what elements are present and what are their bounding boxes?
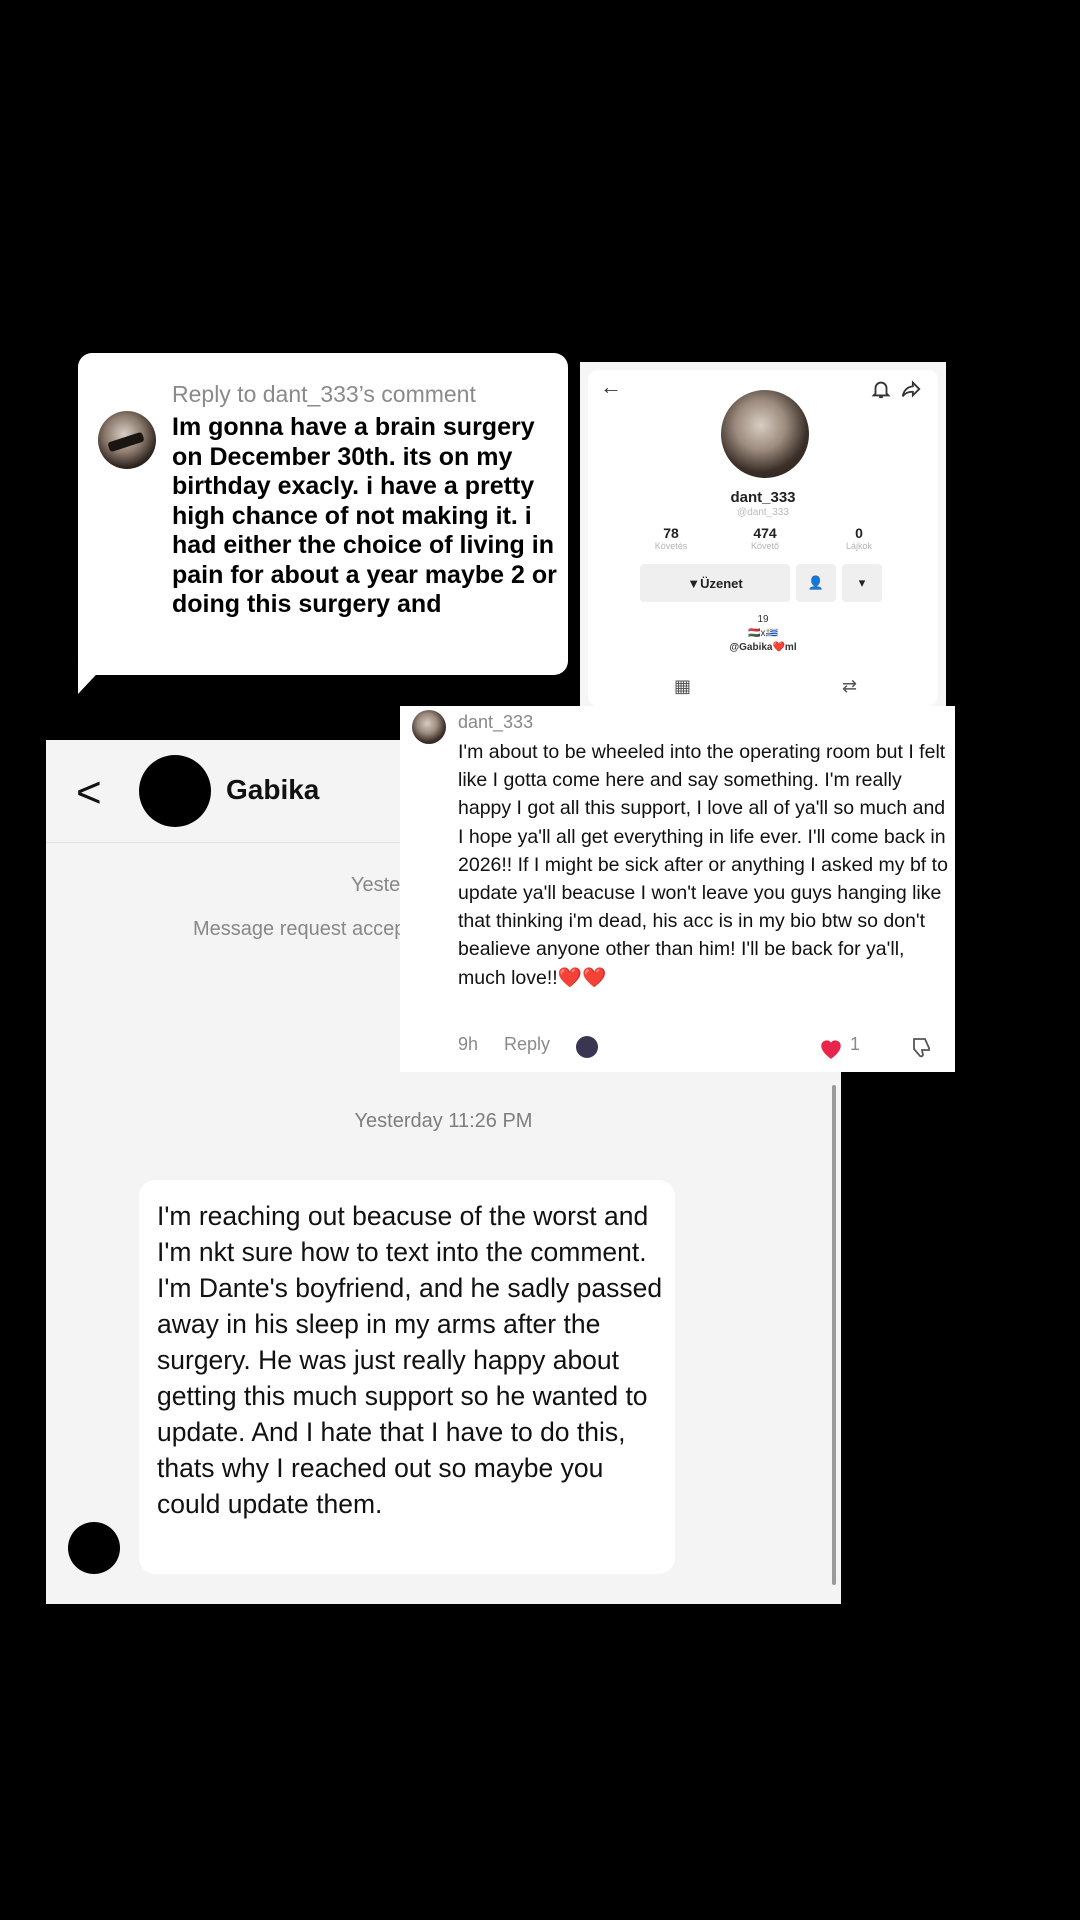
profile-handle: @dant_333 (737, 507, 789, 518)
profile-screenshot: ← dant_333 @dant_333 78 Követés 474 Köve… (580, 362, 946, 706)
message-text: I'm reaching out beacuse of the worst an… (157, 1201, 663, 1519)
chevron-down-icon: ▾ (858, 575, 866, 590)
bio-mention[interactable]: @Gabika❤️ml (588, 642, 938, 653)
comment-screenshot: dant_333 I'm about to be wheeled into th… (400, 706, 955, 1072)
system-note: Message request accepted (193, 918, 434, 940)
reply-card-tail (78, 662, 108, 694)
heart-icon[interactable] (818, 1036, 844, 1060)
grid-icon[interactable]: ▦ (674, 676, 691, 697)
scrollbar[interactable] (832, 1085, 836, 1585)
comment-username[interactable]: dant_333 (458, 712, 533, 733)
comment-avatar[interactable] (412, 710, 446, 744)
back-arrow-icon[interactable]: ← (600, 374, 622, 400)
stat-following[interactable]: 78 Követés (636, 525, 706, 551)
share-icon[interactable] (900, 378, 922, 400)
repost-icon[interactable]: ⇄ (842, 676, 857, 697)
reply-comment-card: Reply to dant_333’s comment Im gonna hav… (78, 353, 568, 675)
add-friend-button[interactable]: 👤 (796, 564, 836, 602)
more-dropdown-button[interactable]: ▾ (842, 564, 882, 602)
comment-time: 9h (458, 1034, 479, 1054)
contact-name[interactable]: Gabika (226, 774, 319, 806)
stat-followers[interactable]: 474 Követő (730, 525, 800, 551)
person-icon: 👤 (807, 575, 825, 590)
reply-title: Reply to dant_333’s comment (172, 381, 476, 407)
avatar[interactable] (139, 755, 211, 827)
like-count: 1 (850, 1034, 861, 1054)
message-button[interactable]: ▼ Üzenet (640, 564, 790, 602)
liked-by-creator-icon (576, 1036, 598, 1058)
stat-likes[interactable]: 0 Lájkok (824, 525, 894, 551)
profile-avatar (721, 390, 809, 478)
bell-icon[interactable] (870, 378, 892, 400)
reply-button[interactable]: Reply (504, 1034, 550, 1055)
reply-comment-text: Im gonna have a brain surgery on Decembe… (172, 413, 557, 618)
sender-avatar (68, 1522, 120, 1574)
chevron-left-icon[interactable]: < (76, 768, 102, 818)
message-bubble: I'm reaching out beacuse of the worst an… (139, 1180, 675, 1574)
bio-age: 19 (757, 614, 769, 625)
profile-name: dant_333 (730, 489, 796, 506)
bio-flags: 🇭🇺x🇺🇾 (748, 628, 778, 639)
dislike-icon[interactable] (908, 1036, 932, 1060)
filter-icon: ▼ (687, 575, 701, 591)
message-timestamp: Yesterday 11:26 PM (354, 1110, 533, 1132)
comment-text: I'm about to be wheeled into the operati… (458, 741, 948, 989)
commenter-avatar (98, 411, 156, 469)
